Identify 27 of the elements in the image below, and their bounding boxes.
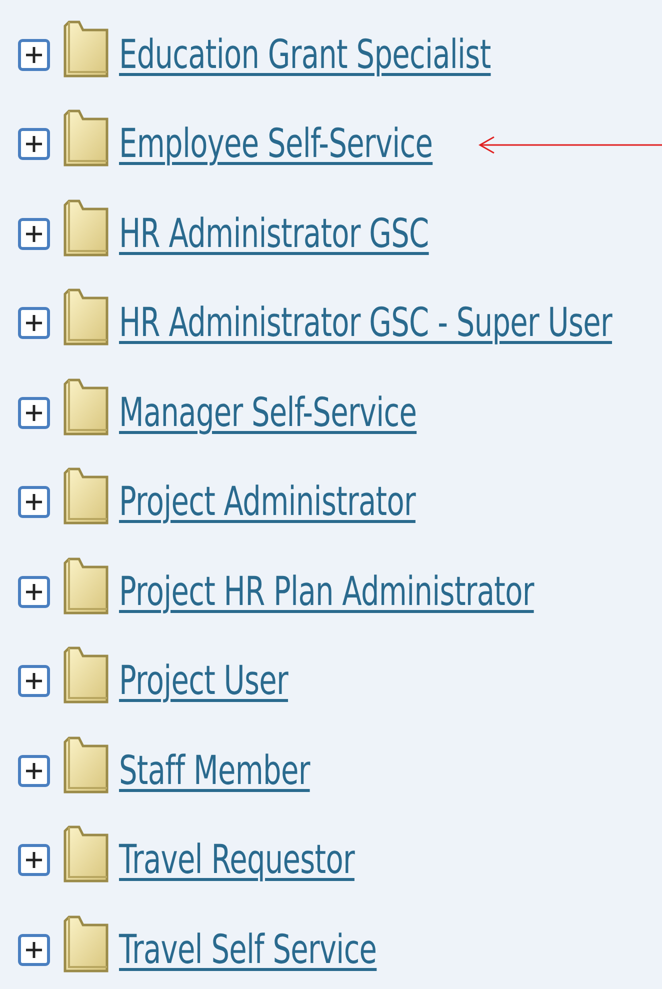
expand-toggle-icon[interactable] (18, 576, 50, 608)
role-link[interactable]: Education Grant Specialist (119, 32, 491, 78)
expand-toggle-icon[interactable] (18, 934, 50, 966)
expand-toggle-icon[interactable] (18, 38, 50, 71)
role-link[interactable]: Travel Self Service (119, 926, 377, 973)
expand-toggle-icon[interactable] (18, 307, 50, 340)
expand-toggle-icon[interactable] (18, 665, 50, 698)
role-link[interactable]: Staff Member (119, 748, 310, 794)
expand-toggle-icon[interactable] (18, 486, 50, 518)
folder-icon (63, 465, 109, 526)
folder-icon (63, 286, 109, 346)
folder-icon (63, 644, 109, 704)
folder-icon (63, 823, 109, 884)
role-link[interactable]: Manager Self-Service (119, 390, 417, 436)
role-link[interactable]: Project HR Plan Administrator (119, 568, 534, 615)
role-link[interactable]: Project Administrator (119, 479, 416, 526)
role-link[interactable]: Employee Self-Service (119, 121, 433, 168)
folder-icon (63, 107, 109, 168)
expand-toggle-icon[interactable] (18, 396, 50, 429)
role-link[interactable]: Travel Requestor (119, 837, 354, 884)
expand-toggle-icon[interactable] (18, 128, 50, 160)
expand-toggle-icon[interactable] (18, 844, 50, 876)
role-link[interactable]: HR Administrator GSC - Super User (119, 300, 612, 346)
expand-toggle-icon[interactable] (18, 218, 50, 250)
role-link[interactable]: Project User (119, 658, 288, 704)
role-link[interactable]: HR Administrator GSC (119, 210, 429, 257)
expand-toggle-icon[interactable] (18, 754, 50, 787)
